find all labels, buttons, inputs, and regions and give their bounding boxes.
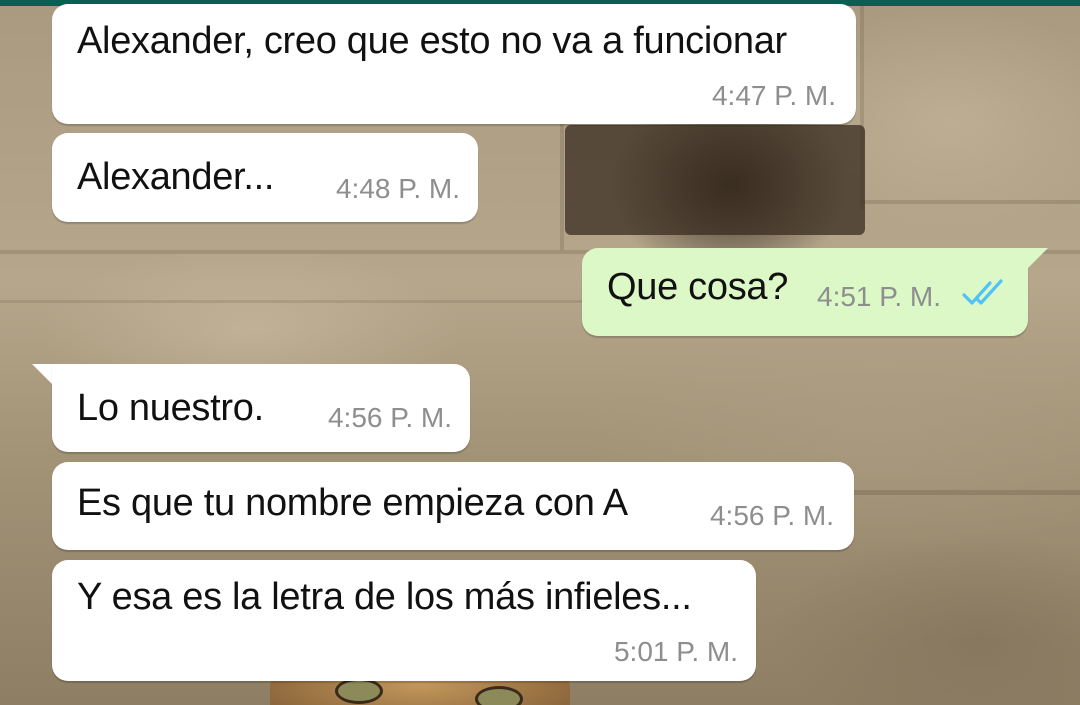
bubble-tail-incoming: [32, 364, 54, 386]
message-bubble[interactable]: Es que tu nombre empieza con A 4:56 P. M…: [52, 462, 854, 550]
message-time: 5:01 P. M.: [613, 636, 738, 667]
message-time: 4:56 P. M.: [709, 500, 834, 531]
message-bubble-outgoing[interactable]: Que cosa? 4:51 P. M.: [582, 248, 1028, 336]
message-time: 4:56 P. M.: [327, 402, 452, 433]
message-time: 4:47 P. M.: [711, 80, 836, 111]
message-bubble[interactable]: Lo nuestro. 4:56 P. M.: [52, 364, 470, 452]
message-time: 4:51 P. M.: [817, 281, 942, 312]
message-bubble[interactable]: Alexander, creo que esto no va a funcion…: [52, 4, 856, 124]
message-text: Alexander, creo que esto no va a funcion…: [77, 20, 787, 62]
message-time: 4:48 P. M.: [335, 173, 460, 204]
message-text: Lo nuestro.: [77, 387, 264, 429]
message-bubble[interactable]: Y esa es la letra de los más infieles...…: [52, 560, 756, 681]
bubble-tail-outgoing: [1026, 248, 1048, 270]
message-bubble[interactable]: Alexander... 4:48 P. M.: [52, 133, 478, 222]
message-text: Que cosa?: [607, 266, 789, 308]
cat-eye-right: [475, 686, 523, 705]
message-text: Es que tu nombre empieza con A: [77, 482, 628, 524]
message-text: Y esa es la letra de los más infieles...: [77, 576, 692, 618]
cat-eye-left: [335, 678, 383, 704]
message-text: Alexander...: [77, 156, 275, 198]
double-check-icon: [962, 279, 1003, 305]
